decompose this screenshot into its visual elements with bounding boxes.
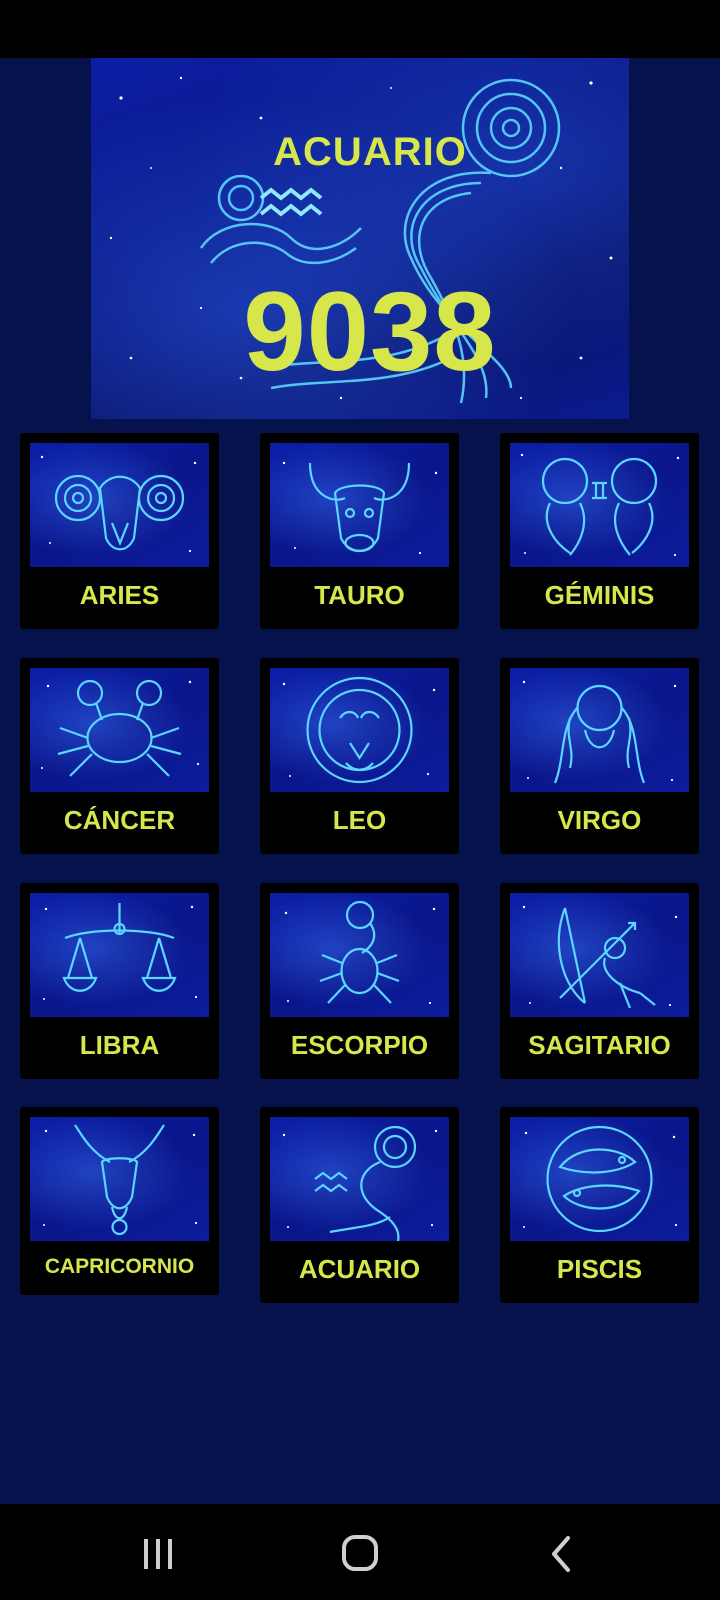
sign-label: ACUARIO (298, 1254, 421, 1284)
sign-label: CÁNCER (63, 805, 176, 835)
bull-icon (270, 443, 449, 567)
sign-label: PISCIS (556, 1254, 643, 1284)
status-bar (0, 0, 720, 58)
sign-label: ARIES (79, 580, 160, 610)
sign-card-virgo[interactable]: VIRGO (500, 658, 699, 854)
sign-label: VIRGO (557, 805, 642, 835)
sign-card-capricornio[interactable]: CAPRICORNIO (20, 1107, 219, 1295)
home-button[interactable] (330, 1528, 390, 1580)
ram-icon (30, 443, 209, 567)
sign-label: SAGITARIO (528, 1030, 671, 1060)
archer-icon (510, 893, 689, 1017)
sign-label: GÉMINIS (544, 580, 655, 610)
goat-icon (30, 1117, 209, 1241)
sign-card-escorpio[interactable]: ESCORPIO (260, 883, 459, 1079)
sign-card-geminis[interactable]: GÉMINIS (500, 433, 699, 629)
home-icon (342, 1535, 378, 1571)
app-screen: ACUARIO 9038 ARIES TAURO GÉMINIS CÁNCER … (0, 0, 720, 1600)
sign-card-aries[interactable]: ARIES (20, 433, 219, 629)
recent-apps-icon (144, 1539, 172, 1569)
water-bearer-icon (270, 1117, 449, 1241)
sign-card-leo[interactable]: LEO (260, 658, 459, 854)
sign-label: LIBRA (79, 1030, 160, 1060)
maiden-icon (510, 668, 689, 792)
scales-icon (30, 893, 209, 1017)
sign-card-sagitario[interactable]: SAGITARIO (500, 883, 699, 1079)
sign-label: TAURO (314, 580, 405, 610)
hero-sign-title: ACUARIO (273, 130, 467, 174)
sign-label: ESCORPIO (290, 1030, 429, 1060)
sign-card-acuario[interactable]: ACUARIO (260, 1107, 459, 1303)
sign-card-piscis[interactable]: PISCIS (500, 1107, 699, 1303)
scorpion-icon (270, 893, 449, 1017)
crab-icon (30, 668, 209, 792)
fish-icon (510, 1117, 689, 1241)
sign-card-libra[interactable]: LIBRA (20, 883, 219, 1079)
hero-lucky-number: 9038 (243, 269, 497, 394)
sign-card-cancer[interactable]: CÁNCER (20, 658, 219, 854)
recent-apps-button[interactable] (128, 1528, 188, 1580)
back-button[interactable] (532, 1528, 592, 1580)
hero-banner: ACUARIO 9038 (91, 58, 629, 419)
twins-icon (510, 443, 689, 567)
lion-icon (270, 668, 449, 792)
sign-label: LEO (332, 805, 387, 835)
system-navigation-bar (0, 1504, 720, 1600)
sign-card-tauro[interactable]: TAURO (260, 433, 459, 629)
sign-label: CAPRICORNIO (44, 1255, 195, 1278)
back-icon (552, 1536, 570, 1572)
